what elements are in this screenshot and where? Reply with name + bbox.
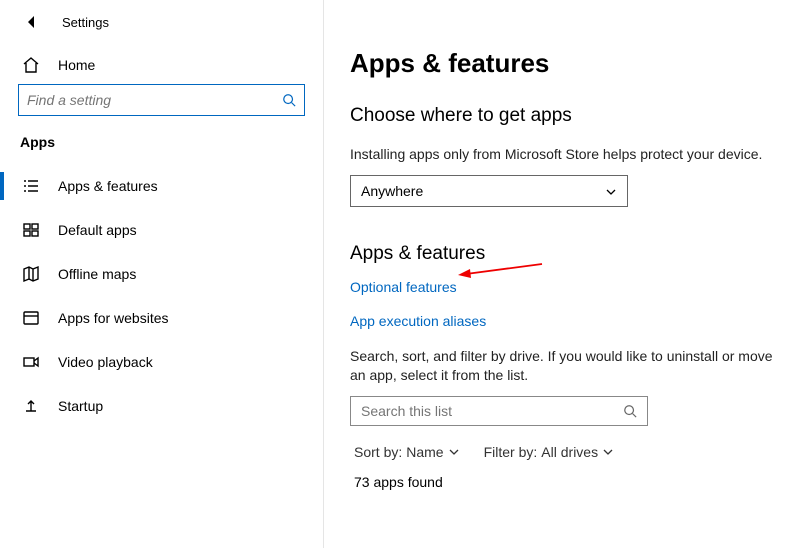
where-select[interactable]: Anywhere — [350, 175, 628, 207]
nav-offline-maps[interactable]: Offline maps — [0, 252, 323, 296]
search-list-input[interactable] — [361, 403, 623, 419]
nav-apps-websites[interactable]: Apps for websites — [0, 296, 323, 340]
chevron-down-icon — [448, 446, 460, 458]
search-icon — [282, 93, 296, 107]
nav-item-label: Offline maps — [58, 266, 136, 282]
sort-by-control[interactable]: Sort by: Name — [354, 444, 460, 460]
titlebar: Settings — [0, 10, 323, 48]
map-icon — [22, 265, 40, 283]
nav-startup[interactable]: Startup — [0, 384, 323, 428]
sidebar: Settings Home Apps Apps & features Defau… — [0, 0, 324, 548]
sort-label: Sort by: — [354, 444, 402, 460]
nav-list: Apps & features Default apps Offline map… — [0, 164, 323, 428]
where-heading: Choose where to get apps — [350, 105, 811, 127]
main-content: Apps & features Choose where to get apps… — [324, 0, 811, 548]
nav-item-label: Apps for websites — [58, 310, 169, 326]
where-select-value: Anywhere — [361, 183, 423, 199]
sort-filter-row: Sort by: Name Filter by: All drives — [350, 444, 811, 460]
video-icon — [22, 353, 40, 371]
find-setting-input[interactable] — [18, 84, 305, 116]
nav-default-apps[interactable]: Default apps — [0, 208, 323, 252]
nav-item-label: Video playback — [58, 354, 153, 370]
find-setting-wrap — [0, 84, 323, 130]
chevron-down-icon — [602, 446, 614, 458]
nav-item-label: Default apps — [58, 222, 137, 238]
where-help: Installing apps only from Microsoft Stor… — [350, 145, 790, 165]
home-icon — [22, 56, 40, 74]
list-icon — [22, 177, 40, 195]
filter-label: Filter by: — [484, 444, 538, 460]
window-title: Settings — [62, 15, 109, 30]
nav-video-playback[interactable]: Video playback — [0, 340, 323, 384]
search-icon — [623, 404, 637, 418]
app-execution-aliases-link[interactable]: App execution aliases — [350, 313, 486, 329]
find-setting-field[interactable] — [27, 92, 282, 108]
home-label: Home — [58, 57, 95, 73]
af-heading: Apps & features — [350, 243, 811, 265]
back-button[interactable] — [24, 14, 40, 30]
web-icon — [22, 309, 40, 327]
sort-value: Name — [406, 444, 443, 460]
nav-apps-features[interactable]: Apps & features — [0, 164, 323, 208]
filter-value: All drives — [541, 444, 598, 460]
page-title: Apps & features — [350, 48, 811, 79]
startup-icon — [22, 397, 40, 415]
list-help: Search, sort, and filter by drive. If yo… — [350, 347, 790, 386]
filter-by-control[interactable]: Filter by: All drives — [484, 444, 614, 460]
optional-features-link[interactable]: Optional features — [350, 279, 457, 295]
nav-item-label: Apps & features — [58, 178, 158, 194]
nav-item-label: Startup — [58, 398, 103, 414]
chevron-down-icon — [605, 185, 617, 197]
section-label: Apps — [0, 130, 323, 164]
home-nav[interactable]: Home — [0, 48, 323, 84]
search-list-box[interactable] — [350, 396, 648, 426]
arrow-left-icon — [24, 14, 40, 30]
defaults-icon — [22, 221, 40, 239]
apps-count: 73 apps found — [350, 474, 811, 490]
